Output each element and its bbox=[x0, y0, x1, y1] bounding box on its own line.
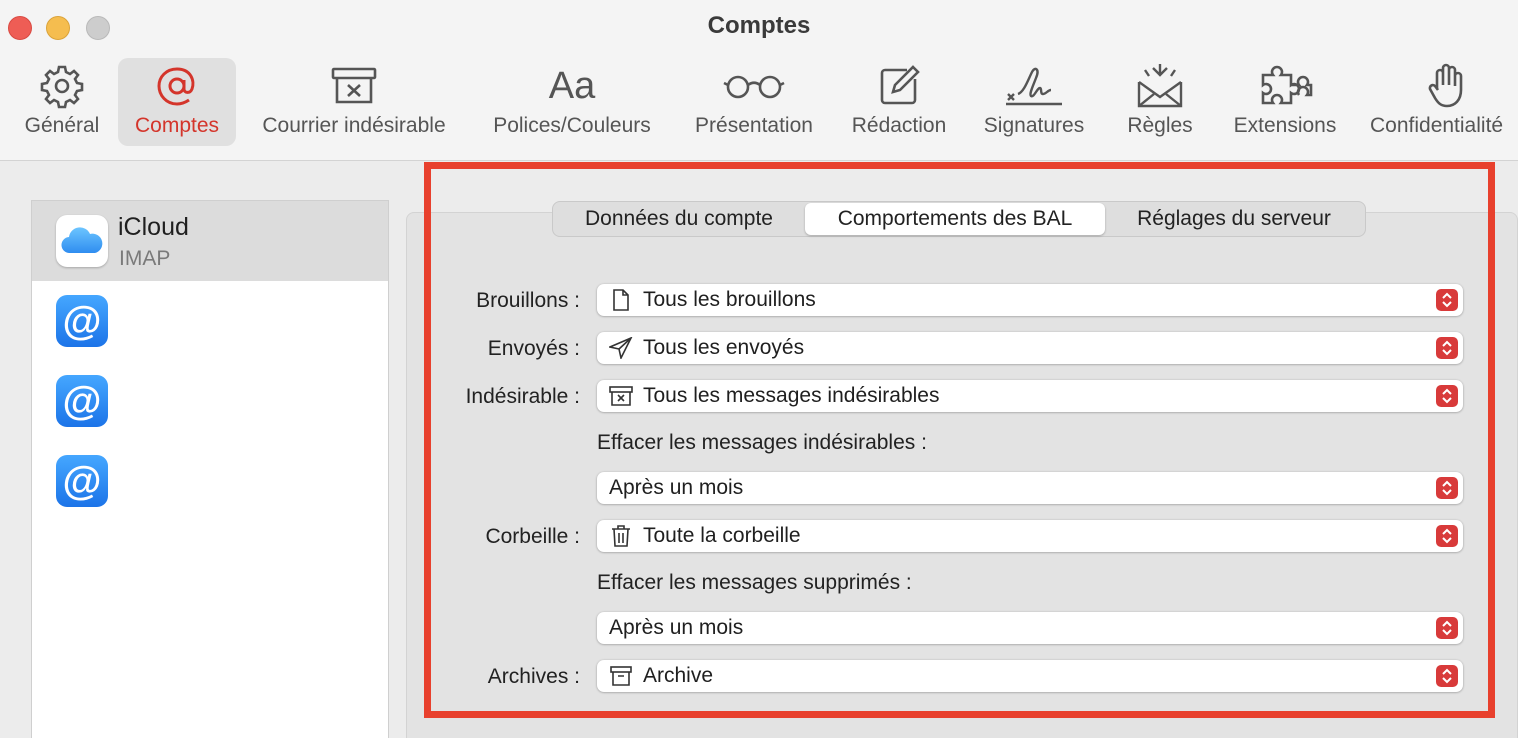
account-row[interactable]: @ bbox=[32, 441, 388, 521]
rules-envelope-icon bbox=[1135, 58, 1185, 114]
puzzle-icon bbox=[1255, 58, 1315, 114]
toolbar-viewing[interactable]: Présentation bbox=[684, 58, 824, 146]
account-row[interactable]: @ bbox=[32, 361, 388, 441]
account-row[interactable]: @ bbox=[32, 281, 388, 361]
toolbar-rules[interactable]: Règles bbox=[1116, 58, 1204, 146]
toolbar: Comptes Général Comptes Courrier indésir… bbox=[0, 0, 1518, 161]
accounts-list[interactable]: iCloud IMAP @ @ @ bbox=[31, 200, 389, 738]
hand-icon bbox=[1368, 58, 1518, 114]
toolbar-privacy[interactable]: Confidentialité bbox=[1368, 58, 1518, 146]
signature-icon bbox=[1004, 58, 1064, 114]
toolbar-signatures[interactable]: Signatures bbox=[974, 58, 1094, 146]
gear-icon bbox=[39, 58, 85, 114]
toolbar-accounts[interactable]: Comptes bbox=[118, 58, 236, 146]
toolbar-composing[interactable]: Rédaction bbox=[844, 58, 954, 146]
toolbar-junk-mail[interactable]: Courrier indésirable bbox=[248, 58, 460, 146]
at-sign-icon: @ bbox=[56, 295, 108, 347]
at-sign-icon: @ bbox=[56, 455, 108, 507]
toolbar-extensions[interactable]: Extensions bbox=[1224, 58, 1346, 146]
fonts-icon: Aa bbox=[548, 64, 596, 107]
junk-bin-icon bbox=[330, 58, 378, 114]
window-title: Comptes bbox=[707, 12, 811, 39]
glasses-icon bbox=[722, 58, 786, 114]
icloud-icon bbox=[56, 215, 108, 267]
at-sign-icon bbox=[153, 58, 201, 114]
toolbar-general[interactable]: Général bbox=[14, 58, 110, 146]
highlight-box bbox=[424, 162, 1495, 718]
at-sign-icon: @ bbox=[56, 375, 108, 427]
account-row-icloud[interactable]: iCloud IMAP bbox=[32, 201, 388, 281]
compose-icon bbox=[877, 58, 921, 114]
toolbar-fonts-colors[interactable]: Aa Polices/Couleurs bbox=[482, 58, 662, 146]
